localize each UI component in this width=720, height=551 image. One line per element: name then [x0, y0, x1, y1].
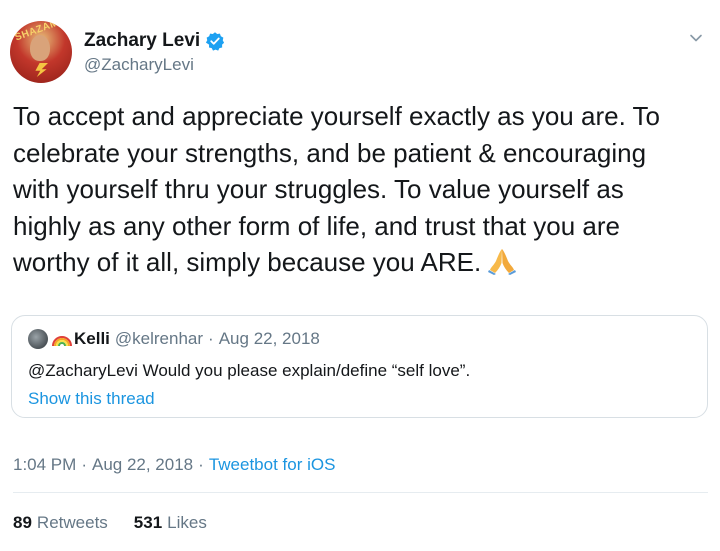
likes-stat[interactable]: 531 Likes	[134, 513, 207, 533]
quoted-tweet[interactable]: Kelli @kelrenhar · Aug 22, 2018 @Zachary…	[11, 315, 708, 418]
avatar-face	[30, 35, 50, 61]
author-handle[interactable]: @ZacharyLevi	[84, 55, 225, 75]
display-name-row: Zachary Levi	[84, 30, 225, 52]
tweet-stats: 89 Retweets 531 Likes	[13, 513, 233, 533]
show-thread-link[interactable]: Show this thread	[28, 389, 155, 409]
quoted-author-name[interactable]: Kelli	[74, 329, 110, 349]
folded-hands-icon	[488, 249, 517, 275]
tweet-date[interactable]: Aug 22, 2018	[92, 455, 193, 474]
quoted-author-handle[interactable]: @kelrenhar	[115, 329, 203, 349]
quoted-tweet-header: Kelli @kelrenhar · Aug 22, 2018	[28, 329, 320, 349]
lightning-bolt-icon	[35, 63, 48, 77]
tweet-body: To accept and appreciate yourself exactl…	[13, 98, 693, 281]
tweet-card: SHAZAM Zachary Levi @ZacharyLevi To acce…	[0, 0, 720, 551]
likes-count: 531	[133, 513, 163, 532]
author-display-name[interactable]: Zachary Levi	[84, 30, 200, 52]
retweets-label: Retweets	[36, 513, 108, 532]
quoted-tweet-text: @ZacharyLevi Would you please explain/de…	[28, 361, 471, 380]
quoted-author-avatar[interactable]	[28, 329, 48, 349]
tweet-time[interactable]: 1:04 PM	[13, 455, 76, 474]
tweet-text: To accept and appreciate yourself exactl…	[13, 101, 661, 277]
meta-separator: ·	[198, 455, 204, 474]
quoted-separator: ·	[208, 329, 214, 348]
author-avatar[interactable]: SHAZAM	[10, 21, 72, 83]
retweets-stat[interactable]: 89 Retweets	[13, 513, 108, 533]
author-names: Zachary Levi @ZacharyLevi	[84, 30, 225, 75]
likes-label: Likes	[167, 513, 207, 532]
retweets-count: 89	[13, 513, 32, 532]
tweet-header: SHAZAM Zachary Levi @ZacharyLevi	[10, 20, 225, 84]
quoted-date[interactable]: Aug 22, 2018	[219, 329, 320, 349]
rainbow-icon	[52, 336, 72, 346]
divider	[13, 492, 708, 493]
tweet-source-link[interactable]: Tweetbot for iOS	[209, 455, 336, 474]
chevron-down-icon[interactable]	[688, 30, 704, 46]
meta-separator: ·	[81, 455, 87, 474]
tweet-metadata: 1:04 PM · Aug 22, 2018 · Tweetbot for iOS	[13, 455, 335, 475]
verified-badge-icon	[206, 31, 225, 51]
